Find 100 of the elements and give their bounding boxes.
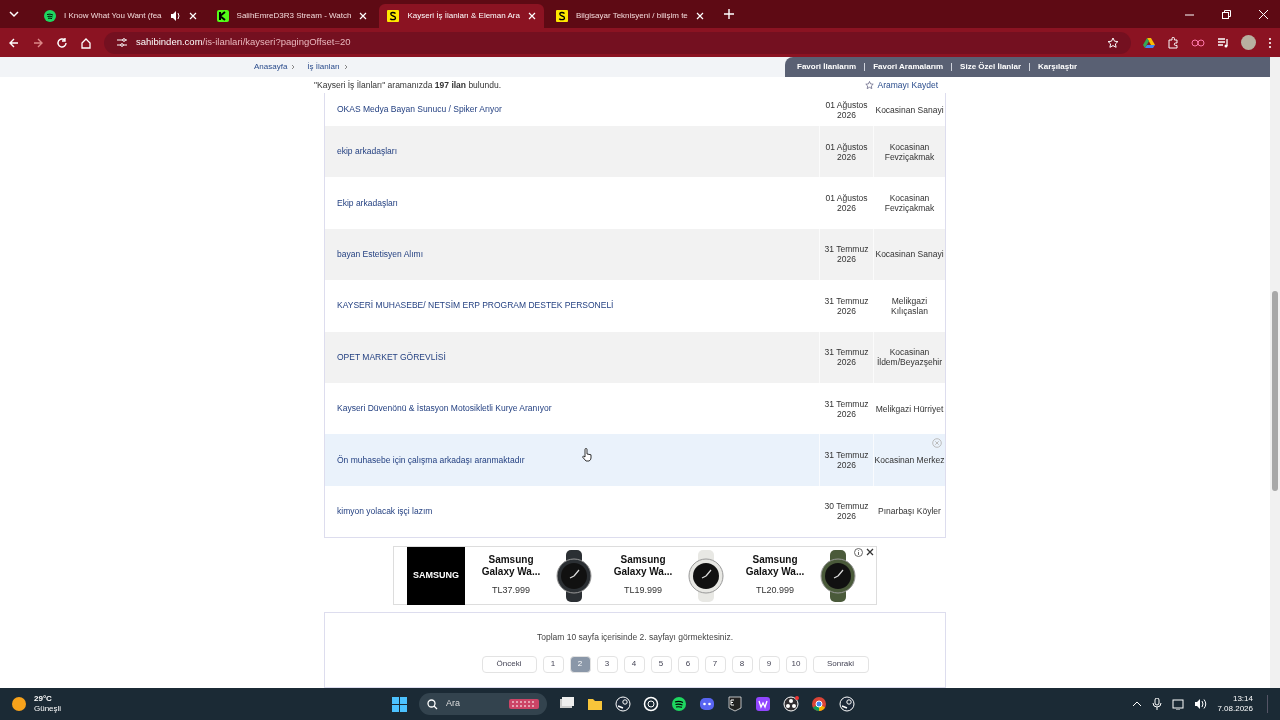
listing-date: 31 Temmuz 2026 xyxy=(823,347,870,368)
page-button[interactable]: 5 xyxy=(650,655,672,673)
home-icon[interactable] xyxy=(80,36,92,49)
page-button[interactable]: 7 xyxy=(704,655,726,673)
search-icon xyxy=(427,698,438,710)
search-highlight-icon xyxy=(509,697,539,711)
streaming-icon[interactable] xyxy=(755,696,771,712)
camera-icon[interactable] xyxy=(643,696,659,712)
browser-tab[interactable]: SalihEmreD3R3 Stream - Watch xyxy=(208,4,376,28)
forward-icon[interactable] xyxy=(32,36,44,49)
close-icon[interactable] xyxy=(188,12,197,20)
listing-row[interactable]: OPET MARKET GÖREVLİSİ 31 Temmuz 2026 Kocasinan İldem/Beyazşehir xyxy=(325,331,945,383)
url-text: sahibinden.com/is-ilanlari/kayseri?pagingOffset=20 xyxy=(136,35,351,50)
listing-title-link[interactable]: OPET MARKET GÖREVLİSİ xyxy=(337,350,446,364)
chevron-up-icon[interactable] xyxy=(1132,700,1143,708)
listing-title-link[interactable]: ekip arkadaşları xyxy=(337,145,397,159)
star-icon xyxy=(864,80,874,90)
listing-date: 01 Ağustos 2026 xyxy=(824,99,869,120)
breadcrumb-link[interactable]: İş İlanları xyxy=(307,61,340,73)
page-button[interactable]: 8 xyxy=(731,655,753,673)
browser-tab[interactable]: I Know What You Want (fea xyxy=(36,4,205,28)
steam-icon[interactable] xyxy=(615,696,631,712)
listing-title-link[interactable]: bayan Estetisyen Alımı xyxy=(337,248,423,261)
user-menu-link[interactable]: Size Özel İlanlar xyxy=(960,61,1022,73)
listing-date: 31 Temmuz 2026 xyxy=(823,244,870,265)
listing-date: 01 Ağustos 2026 xyxy=(824,141,869,162)
address-bar[interactable]: sahibinden.com/is-ilanlari/kayseri?pagingOffset=20 xyxy=(104,31,1131,54)
listing-title-link[interactable]: Ön muhasebe için çalışma arkadaşı aranmaktadır xyxy=(337,453,525,467)
spotify-icon[interactable] xyxy=(671,696,687,712)
listing-date: 30 Temmuz 2026 xyxy=(823,501,870,522)
browser-tab[interactable]: Kayseri İş İlanları & Eleman Ara xyxy=(379,4,544,28)
more-menu-icon[interactable] xyxy=(1268,36,1272,49)
profile-avatar[interactable] xyxy=(1241,35,1256,50)
listing-title-link[interactable]: KAYSERİ MUHASEBE/ NETSİM ERP PROGRAM DESTEK PERSONELİ xyxy=(337,299,614,313)
star-icon[interactable] xyxy=(1107,36,1119,49)
restore-icon[interactable] xyxy=(1222,9,1231,19)
close-icon[interactable] xyxy=(1259,9,1268,19)
steam-icon[interactable] xyxy=(839,696,855,712)
scrollbar[interactable] xyxy=(1270,57,1280,688)
close-icon[interactable] xyxy=(359,12,368,20)
save-search-link[interactable]: Aramayı Kaydet xyxy=(864,78,938,92)
results-summary: "Kayseri İş İlanları" aramanızda 197 ilan bulundu. xyxy=(314,78,501,92)
search-field[interactable]: Ara xyxy=(419,693,547,715)
listing-title-link[interactable]: OKAS Medya Bayan Sunucu / Spiker Arıyor xyxy=(337,103,502,116)
clock-date: 7.08.2026 xyxy=(1217,704,1253,714)
tab-title: Bilgisayar Teknisyeni / bilişim te xyxy=(575,10,688,22)
product-name[interactable]: Samsung Galaxy Wa... xyxy=(477,553,545,578)
previous-page-button[interactable]: Önceki xyxy=(481,655,537,673)
listing-title-link[interactable]: Kayseri Düvenönü & İstasyon Motosikletli Kurye Aranıyor xyxy=(337,402,552,415)
product-price: TL19.999 xyxy=(624,583,662,597)
microphone-icon[interactable] xyxy=(1152,698,1163,710)
back-icon[interactable] xyxy=(8,36,20,49)
site-info-icon xyxy=(116,37,128,48)
user-menu-link[interactable]: Favori Aramalarım xyxy=(873,61,944,73)
start-icon[interactable] xyxy=(392,696,407,712)
page-button[interactable]: 9 xyxy=(758,655,780,673)
page-button[interactable]: 10 xyxy=(785,655,807,673)
page-button[interactable]: 6 xyxy=(677,655,699,673)
brand-logo[interactable]: SAMSUNG xyxy=(407,546,465,605)
listing-location: Melikgazi Kılıçaslan xyxy=(890,295,929,316)
chrome-icon[interactable] xyxy=(811,696,827,712)
product-name[interactable]: Samsung Galaxy Wa... xyxy=(741,553,809,578)
tab-list-icon[interactable] xyxy=(8,9,20,19)
close-icon[interactable] xyxy=(527,12,536,20)
page-button[interactable]: 4 xyxy=(623,655,645,673)
next-page-button[interactable]: Sonraki xyxy=(812,655,869,673)
hand-cursor-icon xyxy=(581,448,593,463)
folder-icon[interactable] xyxy=(587,696,603,712)
discord-icon[interactable] xyxy=(699,696,715,712)
listing-location: Kocasinan Fevziçakmak xyxy=(883,193,936,214)
browser-tab[interactable]: Bilgisayar Teknisyeni / bilişim te xyxy=(547,4,712,28)
page-button[interactable]: 1 xyxy=(542,655,564,673)
breadcrumb-link[interactable]: Anasayfa xyxy=(254,61,288,73)
pagination-summary: Toplam 10 sayfa içerisinde 2. sayfayı görmektesiniz. xyxy=(536,631,734,644)
user-menu-link[interactable]: Karşılaştır xyxy=(1038,61,1078,73)
extension-icon[interactable] xyxy=(1191,36,1205,49)
listing-location: Melikgazi Hürriyet xyxy=(874,403,945,414)
listing-location: Kocasinan Sanayi xyxy=(874,104,945,115)
media-control-icon[interactable] xyxy=(1217,36,1229,49)
page-button[interactable]: 3 xyxy=(596,655,618,673)
drive-icon[interactable] xyxy=(1143,36,1155,49)
sun-icon[interactable] xyxy=(12,697,26,711)
listing-location: Kocasinan Fevziçakmak xyxy=(883,141,936,162)
game-launcher-icon[interactable] xyxy=(727,696,743,712)
recorder-icon[interactable] xyxy=(783,696,799,712)
extensions-icon[interactable] xyxy=(1167,36,1179,49)
listing-title-link[interactable]: Ekip arkadaşları xyxy=(337,196,398,210)
listing-row[interactable]: ekip arkadaşları 01 Ağustos 2026 Kocasinan Fevziçakmak xyxy=(325,126,945,178)
info-icon[interactable] xyxy=(854,548,863,558)
reload-icon[interactable] xyxy=(56,36,68,49)
listing-title-link[interactable]: kimyon yolacak işçi lazım xyxy=(337,505,433,518)
volume-icon[interactable] xyxy=(1194,698,1208,710)
tab-title: Kayseri İş İlanları & Eleman Ara xyxy=(407,10,520,22)
product-name[interactable]: Samsung Galaxy Wa... xyxy=(609,553,677,578)
user-menu-link[interactable]: Favori İlanlarım xyxy=(797,61,857,73)
new-tab-icon[interactable] xyxy=(723,9,734,19)
network-icon[interactable] xyxy=(1172,698,1185,710)
close-icon[interactable] xyxy=(866,548,874,558)
close-icon[interactable] xyxy=(695,12,704,20)
listing-location: Pınarbaşı Köyler xyxy=(877,506,942,517)
